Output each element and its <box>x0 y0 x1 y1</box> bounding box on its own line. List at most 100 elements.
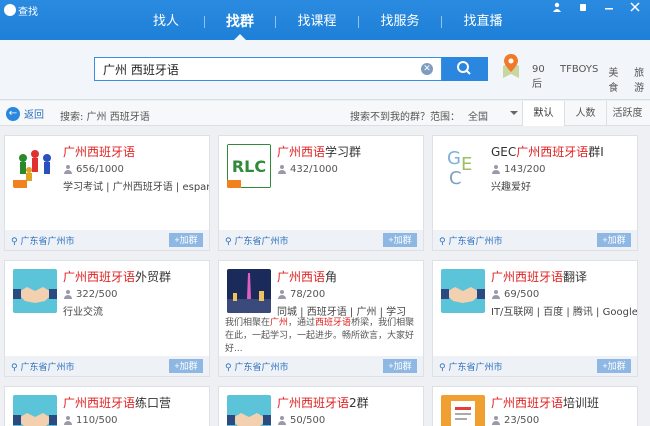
group-name[interactable]: 广州西语学习群 <box>277 143 361 160</box>
minimize-icon[interactable] <box>598 2 620 16</box>
join-group-button[interactable]: +加群 <box>383 359 417 373</box>
handshake-avatar <box>441 269 485 313</box>
group-card[interactable]: 广州西语角 78/200 同城 | 西班牙语 | 广州 | 学习 我们相聚在广州… <box>218 260 424 377</box>
book-avatar <box>441 395 485 426</box>
members-icon <box>491 165 501 174</box>
card-footer: ⚲ 广东省广州市 +加群 <box>5 356 209 376</box>
title-bar: 查找 找人 找群 找课程 找服务 找直播 <box>0 0 650 40</box>
hot-tag[interactable]: 美食 <box>608 64 624 94</box>
map-pin-icon[interactable] <box>500 52 522 83</box>
location-pin-icon: ⚲ <box>439 237 446 247</box>
search-icon <box>457 61 471 75</box>
members-icon <box>277 416 287 425</box>
location-pin-icon: ⚲ <box>439 363 446 373</box>
range-select[interactable]: 全国 <box>468 108 518 123</box>
search-summary: 搜索: 广州 西班牙语 <box>60 112 150 123</box>
group-name[interactable]: 广州西语角 <box>277 268 337 285</box>
location: ⚲ 广东省广州市 <box>225 237 289 247</box>
group-card[interactable]: RLC 广州西语学习群 432/1000 ⚲ 广东省广州市 +加群 <box>218 135 424 251</box>
sort-tab-default[interactable]: 默认 <box>522 101 564 126</box>
members-icon <box>63 416 73 425</box>
hot-tag[interactable]: TFBOYS <box>560 64 598 94</box>
group-card[interactable]: 广州西班牙语2群 50/500 <box>218 386 424 426</box>
group-card[interactable]: 广州西班牙语 656/1000 学习考试 | 广州西班牙语 | espanol … <box>4 135 210 251</box>
location-pin-icon: ⚲ <box>11 237 18 247</box>
nav-tab-find-services[interactable]: 找服务 <box>359 0 441 40</box>
nav-tab-find-courses[interactable]: 找课程 <box>276 0 358 40</box>
member-count: 110/500 <box>63 415 118 426</box>
group-tags: 学习考试 | 广州西班牙语 | espanol <box>63 182 210 193</box>
join-group-button[interactable]: +加群 <box>597 233 631 247</box>
window-title: 查找 <box>18 7 38 18</box>
members-icon <box>63 290 73 299</box>
group-card[interactable]: G E C GEC广州西班牙语群I 143/200 兴趣爱好 ⚲ 广东省广州市 … <box>432 135 638 251</box>
join-group-button[interactable]: +加群 <box>383 233 417 247</box>
app-logo-icon <box>4 4 16 16</box>
sort-tabs: 默认 人数 活跃度 <box>522 101 648 126</box>
group-card[interactable]: 广州西班牙语练口营 110/500 <box>4 386 210 426</box>
group-name[interactable]: 广州西班牙语外贸群 <box>63 268 171 285</box>
member-count: 656/1000 <box>63 164 124 175</box>
location: ⚲ 广东省广州市 <box>225 363 289 373</box>
clear-icon[interactable]: ✕ <box>421 63 433 75</box>
svg-text:G: G <box>447 148 461 169</box>
back-button[interactable]: ← 返回 <box>6 106 44 121</box>
group-name[interactable]: 广州西班牙语练口营 <box>63 394 171 411</box>
group-name[interactable]: 广州西班牙语2群 <box>277 394 369 411</box>
members-icon <box>63 165 73 174</box>
group-card[interactable]: 广州西班牙语外贸群 322/500 行业交流 ⚲ 广东省广州市 +加群 <box>4 260 210 377</box>
member-count: 322/500 <box>63 289 118 300</box>
search-input[interactable] <box>95 58 415 80</box>
member-count: 50/500 <box>277 415 325 426</box>
svg-text:RLC: RLC <box>232 157 266 176</box>
group-tags: IT/互联网 | 百度 | 腾讯 | Google <box>491 307 638 318</box>
join-group-button[interactable]: +加群 <box>597 359 631 373</box>
chevron-down-icon <box>510 111 518 119</box>
handshake-avatar <box>227 395 271 426</box>
search-box: ✕ <box>94 57 442 81</box>
location: ⚲ 广东省广州市 <box>11 237 75 247</box>
location-pin-icon: ⚲ <box>225 363 232 373</box>
card-footer: ⚲ 广东省广州市 +加群 <box>5 230 209 250</box>
location: ⚲ 广东省广州市 <box>439 363 503 373</box>
location-pin-icon: ⚲ <box>11 363 18 373</box>
hot-tag[interactable]: 旅游 <box>634 64 650 94</box>
window-controls <box>546 2 646 16</box>
sort-tab-members[interactable]: 人数 <box>564 101 606 126</box>
close-icon[interactable] <box>624 2 646 16</box>
group-avatar <box>13 144 57 188</box>
group-avatar <box>227 269 271 313</box>
search-band: ✕ 90后 TFBOYS 美食 旅游 <box>0 40 650 100</box>
nav-tab-find-live[interactable]: 找直播 <box>442 0 524 40</box>
sort-tab-activity[interactable]: 活跃度 <box>606 101 648 126</box>
not-found-link[interactable]: 搜索不到我的群？ <box>350 108 430 123</box>
members-icon <box>277 165 287 174</box>
group-avatar: G E C <box>441 144 485 188</box>
group-name[interactable]: GEC广州西班牙语群I <box>491 143 604 160</box>
nav-tab-find-people[interactable]: 找人 <box>128 0 204 40</box>
card-footer: ⚲ 广东省广州市 +加群 <box>433 230 637 250</box>
member-count: 432/1000 <box>277 164 338 175</box>
user-icon[interactable] <box>546 2 568 16</box>
nav-tab-find-groups[interactable]: 找群 <box>205 0 275 40</box>
group-tags: 同城 | 西班牙语 | 广州 | 学习 <box>277 307 407 318</box>
group-name[interactable]: 广州西班牙语培训班 <box>491 394 599 411</box>
hot-tag[interactable]: 90后 <box>532 64 550 94</box>
card-footer: ⚲ 广东省广州市 +加群 <box>219 230 423 250</box>
location: ⚲ 广东省广州市 <box>11 363 75 373</box>
svg-text:C: C <box>449 168 462 188</box>
group-name[interactable]: 广州西班牙语 <box>63 143 135 160</box>
search-button[interactable] <box>442 57 488 81</box>
filter-bar: ← 返回 搜索: 广州 西班牙语 搜索不到我的群？ 范围： 全国 默认 人数 活… <box>0 101 650 126</box>
skin-icon[interactable] <box>572 2 594 16</box>
back-arrow-icon: ← <box>6 106 20 121</box>
join-group-button[interactable]: +加群 <box>169 233 203 247</box>
member-count: 78/200 <box>277 289 325 300</box>
group-card[interactable]: 广州西班牙语培训班 23/500 <box>432 386 638 426</box>
group-name[interactable]: 广州西班牙语翻译 <box>491 268 587 285</box>
location-pin-icon: ⚲ <box>225 237 232 247</box>
group-card[interactable]: 广州西班牙语翻译 69/500 IT/互联网 | 百度 | 腾讯 | Googl… <box>432 260 638 377</box>
group-avatar: RLC <box>227 144 271 188</box>
join-group-button[interactable]: +加群 <box>169 359 203 373</box>
member-count: 69/500 <box>491 289 539 300</box>
